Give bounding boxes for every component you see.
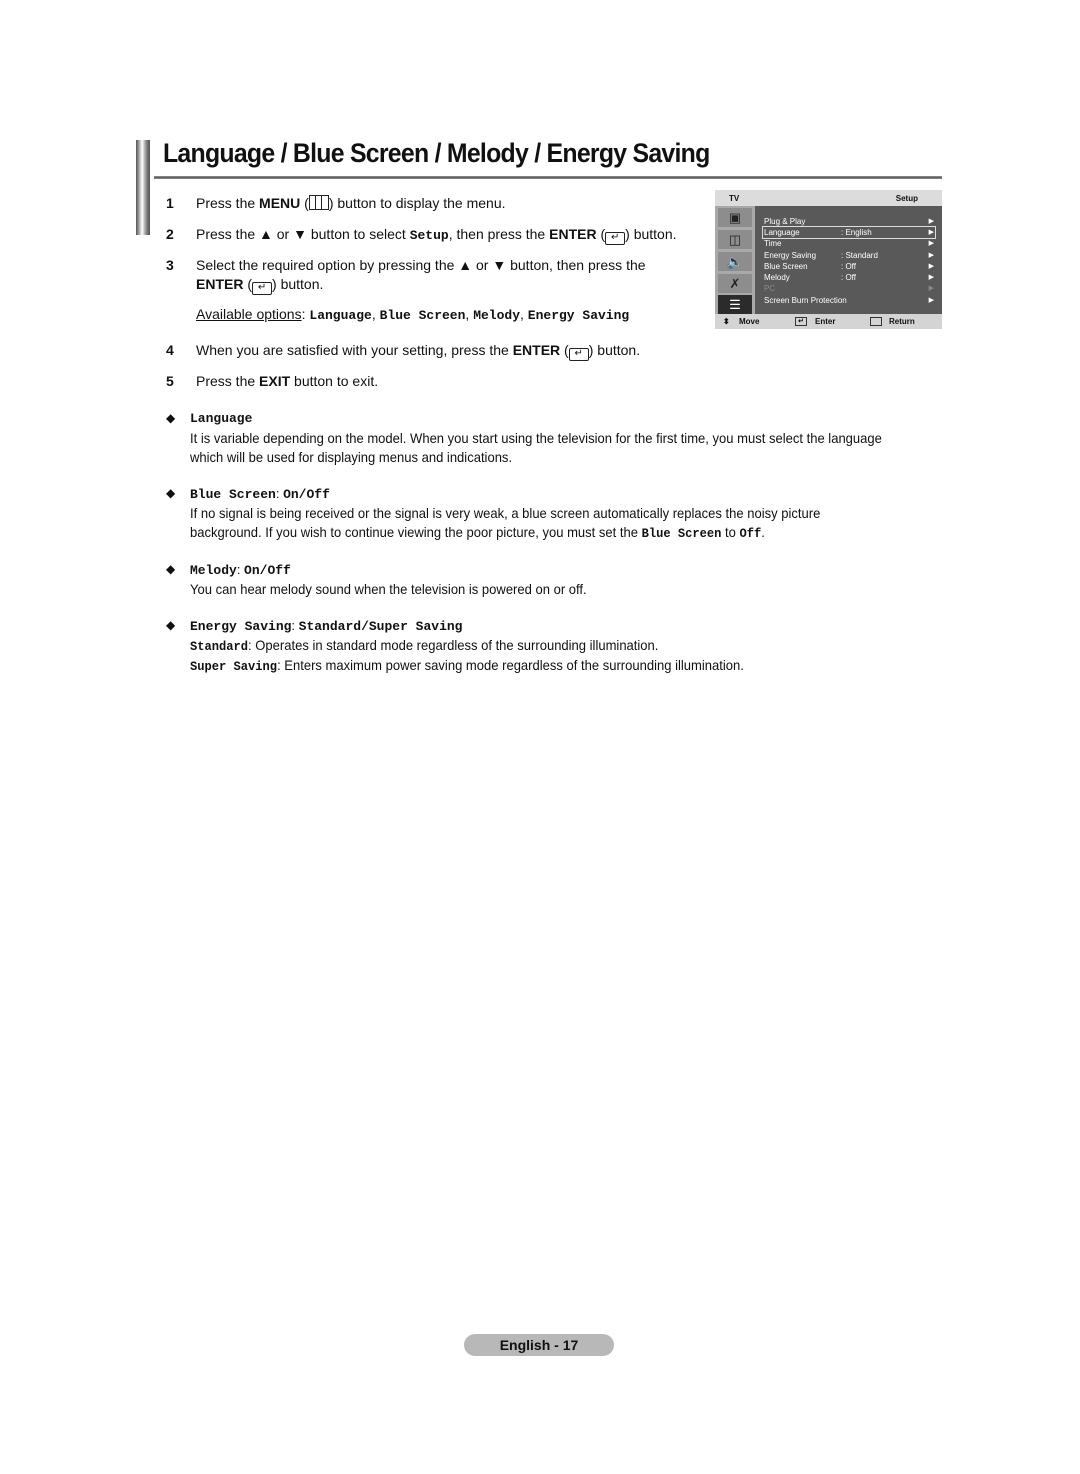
- updown-icon: ⬍: [723, 317, 730, 326]
- step-number: 1: [166, 195, 174, 211]
- osd-item-screen-burn-protection: Screen Burn Protection ▶: [764, 296, 934, 305]
- arrow-right-icon: ▶: [928, 240, 934, 247]
- page-title: Language / Blue Screen / Melody / Energy…: [163, 138, 710, 168]
- setup-icon: ☰: [718, 295, 752, 314]
- arrow-right-icon: ▶: [928, 274, 934, 281]
- osd-setup-menu: TV Setup ▣ ◫ 🔈 ✗ ☰ Plug & Play ▶ Language…: [715, 190, 942, 329]
- page-number-badge: English - 17: [464, 1334, 614, 1356]
- osd-item-language: Language: English ▶: [762, 226, 936, 239]
- available-options: Available options: Language, Blue Screen…: [196, 306, 630, 323]
- osd-item-blue-screen: Blue Screen: Off ▶: [764, 262, 934, 271]
- section-energy-saving-text: Standard: Operates in standard mode rega…: [190, 637, 744, 674]
- arrow-right-icon: ▶: [928, 218, 934, 225]
- menu-icon: [308, 195, 329, 210]
- antenna-icon: ✗: [718, 274, 752, 293]
- osd-menu-list: Plug & Play ▶ Language: English ▶ Time ▶ En…: [755, 206, 942, 314]
- decorative-side-bar: [136, 140, 150, 235]
- osd-item-melody: Melody: Off ▶: [764, 273, 934, 282]
- return-icon: [870, 317, 882, 326]
- sound-icon: 🔈: [718, 252, 752, 271]
- picture-icon: ▣: [718, 208, 752, 227]
- diamond-bullet-icon: ◆: [166, 411, 176, 425]
- osd-item-time: Time ▶: [764, 239, 934, 248]
- osd-item-plug-play: Plug & Play ▶: [764, 217, 934, 226]
- title-divider: [154, 176, 942, 179]
- section-blue-screen-text: If no signal is being received or the si…: [190, 505, 821, 541]
- diamond-bullet-icon: ◆: [166, 562, 176, 576]
- arrow-right-icon: ▶: [928, 297, 934, 304]
- enter-icon: ↵: [795, 317, 807, 326]
- osd-header: TV Setup: [715, 190, 942, 206]
- enter-icon: ↵: [252, 282, 273, 295]
- enter-icon: ↵: [605, 232, 626, 245]
- arrow-right-icon: ▶: [928, 252, 934, 259]
- osd-item-pc: PC ▶: [764, 284, 934, 293]
- osd-item-energy-saving: Energy Saving: Standard ▶: [764, 251, 934, 260]
- section-language-text: It is variable depending on the model. W…: [190, 430, 882, 465]
- diamond-bullet-icon: ◆: [166, 618, 176, 632]
- osd-footer: ⬍ Move ↵ Enter Return: [715, 314, 942, 329]
- arrow-right-icon: ▶: [928, 229, 934, 236]
- arrow-right-icon: ▶: [928, 285, 934, 292]
- enter-icon: ↵: [568, 348, 589, 361]
- diamond-bullet-icon: ◆: [166, 486, 176, 500]
- osd-icon-column: ▣ ◫ 🔈 ✗ ☰: [715, 206, 755, 314]
- section-melody-text: You can hear melody sound when the telev…: [190, 581, 587, 597]
- arrow-right-icon: ▶: [928, 263, 934, 270]
- channel-icon: ◫: [718, 230, 752, 249]
